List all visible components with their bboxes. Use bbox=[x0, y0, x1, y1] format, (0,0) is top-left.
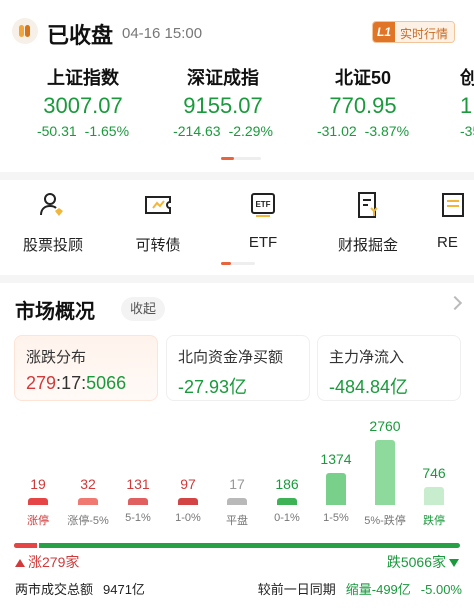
card-value: -27.93亿 bbox=[178, 377, 248, 397]
tool-label: 可转债 bbox=[135, 237, 181, 254]
card-value: -484.84亿 bbox=[329, 377, 409, 397]
index-name: 北证50 bbox=[334, 68, 392, 88]
level-badge: L1 bbox=[373, 22, 396, 42]
index-page-indicator bbox=[221, 157, 261, 160]
distribution-value: 746 bbox=[422, 465, 446, 481]
index-price: 9155.07 bbox=[183, 93, 263, 118]
collapse-button[interactable]: 收起 bbox=[121, 297, 166, 321]
section-title: 市场概况 bbox=[15, 301, 95, 323]
up-total: 涨279家 bbox=[15, 552, 79, 572]
compare-row: 较前一日同期 缩量-499亿 -5.00% bbox=[258, 579, 462, 598]
svg-text:ETF: ETF bbox=[255, 200, 270, 209]
card-title: 北向资金净买额 bbox=[178, 349, 284, 366]
distribution-bar bbox=[178, 498, 198, 505]
distribution-label: 跌停 bbox=[423, 515, 445, 527]
index-card-beizheng[interactable]: 北证50 770.95 -31.02 -3.87% bbox=[283, 65, 443, 141]
distribution-value: 186 bbox=[275, 476, 299, 492]
distribution-bar bbox=[424, 487, 444, 505]
card-title: 主力净流入 bbox=[329, 349, 405, 366]
tool-financial-report[interactable]: 财报掘金 bbox=[318, 190, 418, 255]
realtime-label: 实时行情 bbox=[395, 22, 455, 42]
index-name: 深证成指 bbox=[187, 68, 259, 88]
arrow-down-icon bbox=[449, 559, 459, 567]
market-status-icon bbox=[12, 18, 38, 44]
flat-count: 17 bbox=[61, 373, 82, 393]
down-total: 跌5066家 bbox=[387, 552, 459, 572]
distribution-value: 1374 bbox=[320, 451, 352, 467]
ratio-flat-segment bbox=[37, 543, 39, 548]
turnover-label: 两市成交总额 bbox=[15, 582, 94, 597]
up-count: 279 bbox=[26, 373, 57, 393]
turnover-value: 9471亿 bbox=[103, 582, 145, 597]
rise-fall-ratio-bar bbox=[14, 543, 460, 548]
convertible-bond-icon bbox=[143, 190, 173, 220]
arrow-up-icon bbox=[15, 559, 25, 567]
tool-grid: 股票投顾 可转债 ETF ETF 财报掘金 RE bbox=[0, 190, 474, 260]
up-total-text: 涨279家 bbox=[28, 554, 80, 570]
chevron-right-icon[interactable] bbox=[447, 295, 463, 311]
compare-label: 较前一日同期 bbox=[257, 582, 336, 597]
card-northbound-flow[interactable]: 北向资金净买额 -27.93亿 bbox=[166, 335, 310, 401]
distribution-bar bbox=[375, 440, 395, 505]
index-pct: -2.29% bbox=[228, 123, 273, 139]
distribution-value: 2760 bbox=[369, 418, 401, 434]
index-pct: -3.87% bbox=[364, 123, 410, 139]
distribution-bar bbox=[128, 498, 148, 505]
financial-report-icon bbox=[353, 190, 383, 220]
etf-icon: ETF bbox=[248, 190, 278, 220]
index-card-shanghai[interactable]: 上证指数 3007.07 -50.31 -1.65% bbox=[3, 65, 163, 141]
tool-reits[interactable]: RE bbox=[423, 190, 474, 251]
ratio-up-segment bbox=[14, 543, 37, 548]
tool-label: 股票投顾 bbox=[22, 237, 83, 254]
market-status: 已收盘 bbox=[47, 23, 114, 48]
tool-etf[interactable]: ETF ETF bbox=[213, 190, 313, 251]
down-total-text: 跌5066家 bbox=[386, 554, 446, 570]
distribution-bar bbox=[326, 473, 346, 505]
header-bar: 已收盘 04-16 15:00 L1 实时行情 bbox=[0, 0, 474, 62]
divider bbox=[0, 172, 474, 180]
index-change: -31.02 bbox=[316, 123, 357, 139]
index-change: -214.63 bbox=[173, 123, 221, 139]
index-card-chinext[interactable]: 创 1 -35 bbox=[460, 65, 474, 141]
card-main-inflow[interactable]: 主力净流入 -484.84亿 bbox=[317, 335, 461, 401]
tool-stock-advisor[interactable]: 股票投顾 bbox=[3, 190, 103, 255]
tool-page-indicator bbox=[221, 262, 255, 265]
index-card-shenzhen[interactable]: 深证成指 9155.07 -214.63 -2.29% bbox=[143, 65, 303, 141]
tool-label: 财报掘金 bbox=[337, 237, 398, 254]
index-strip: 上证指数 3007.07 -50.31 -1.65% 深证成指 9155.07 -… bbox=[0, 65, 474, 145]
index-change: -50.31 bbox=[36, 123, 77, 139]
turnover-row: 两市成交总额 9471亿 bbox=[15, 579, 145, 598]
distribution-bar bbox=[227, 498, 247, 505]
distribution-value: 131 bbox=[126, 476, 150, 492]
distribution-value: 32 bbox=[80, 476, 96, 492]
tool-label: ETF bbox=[248, 234, 278, 251]
distribution-value: 97 bbox=[180, 476, 196, 492]
distribution-bar bbox=[277, 498, 297, 505]
market-time: 04-16 15:00 bbox=[122, 25, 203, 42]
compare-value: 缩量-499亿 bbox=[345, 582, 411, 597]
index-name: 上证指数 bbox=[47, 68, 119, 88]
index-change: -35 bbox=[460, 123, 474, 139]
distribution-bar bbox=[78, 498, 98, 505]
tool-convertible-bond[interactable]: 可转债 bbox=[108, 190, 208, 255]
report-icon bbox=[437, 190, 467, 220]
index-price: 1 bbox=[460, 93, 473, 118]
card-title: 涨跌分布 bbox=[26, 349, 87, 366]
distribution-value: 19 bbox=[30, 476, 46, 492]
advisor-icon bbox=[38, 190, 68, 220]
index-price: 3007.07 bbox=[43, 93, 123, 118]
distribution-bar bbox=[28, 498, 48, 505]
index-name: 创 bbox=[460, 68, 474, 88]
divider bbox=[0, 275, 474, 283]
index-price: 770.95 bbox=[329, 93, 397, 118]
index-pct: -1.65% bbox=[84, 123, 130, 139]
down-count: 5066 bbox=[86, 373, 127, 393]
tool-label: RE bbox=[437, 234, 458, 251]
card-rise-fall-distribution[interactable]: 涨跌分布 279:17:5066 bbox=[14, 335, 158, 401]
distribution-value: 17 bbox=[229, 476, 245, 492]
compare-pct: -5.00% bbox=[420, 582, 462, 597]
realtime-quote-button[interactable]: L1 实时行情 bbox=[372, 21, 456, 43]
